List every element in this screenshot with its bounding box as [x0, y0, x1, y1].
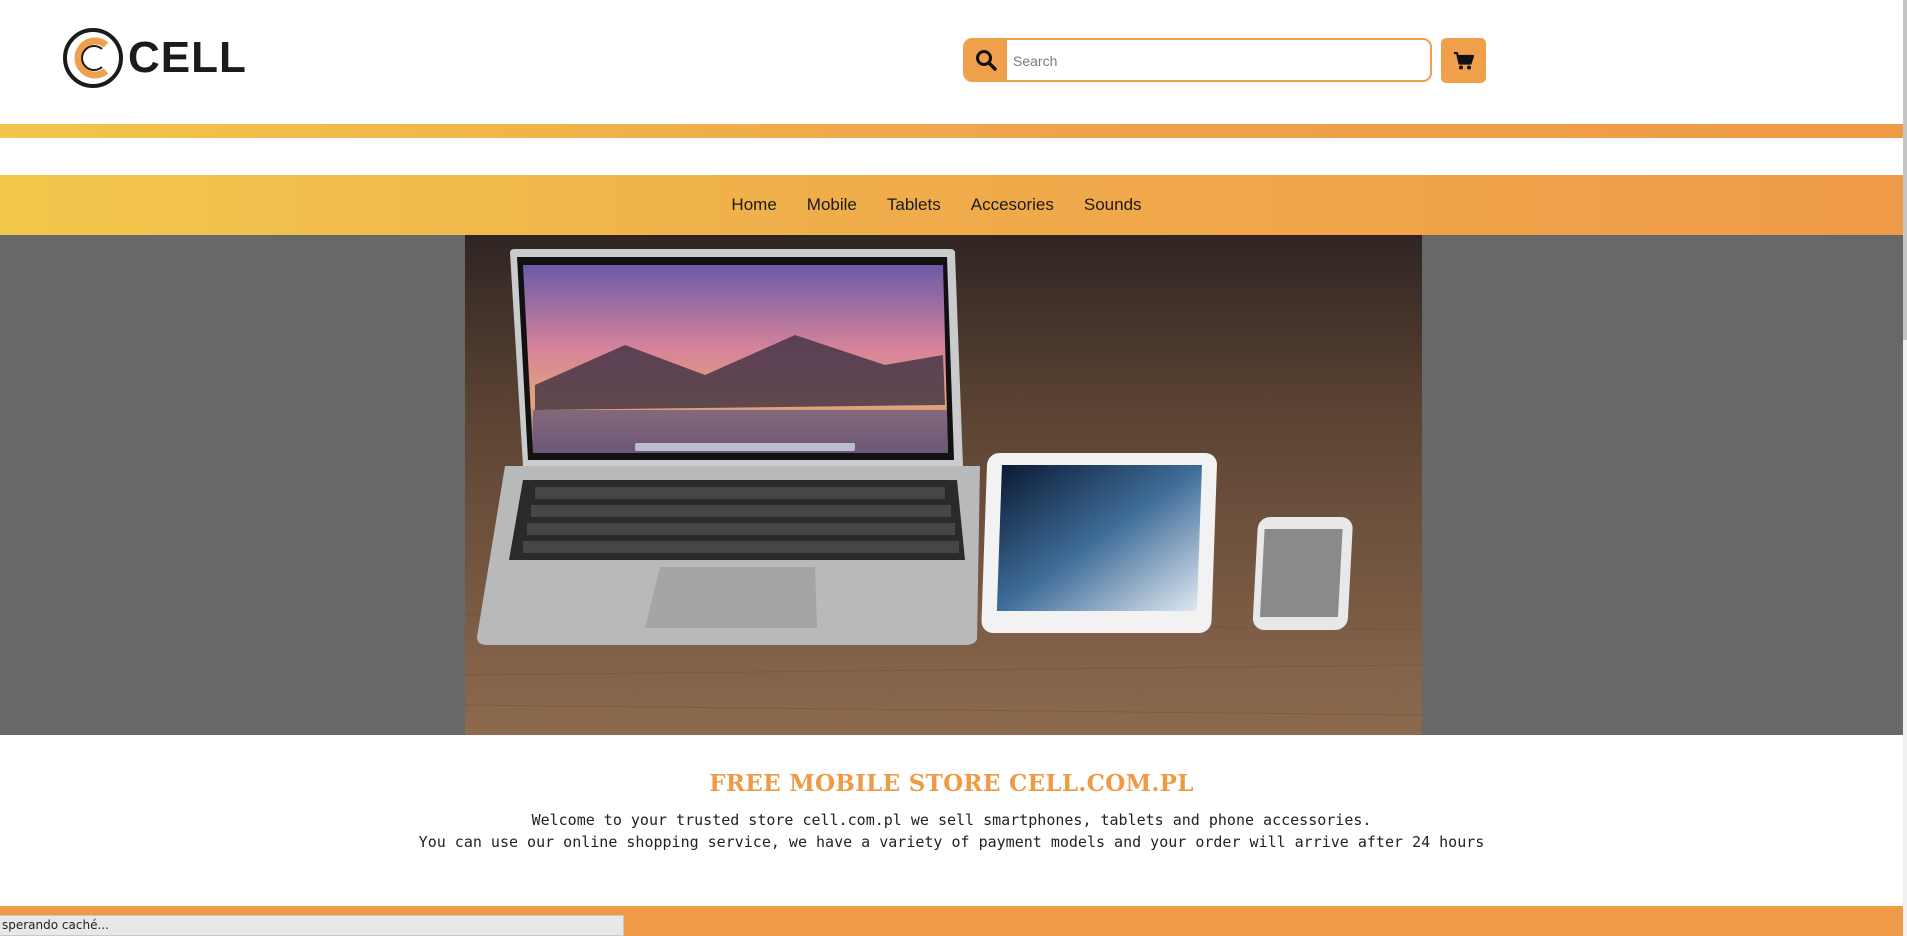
search-box: [963, 38, 1432, 82]
header-divider-stripe: [0, 124, 1903, 138]
intro-text-line-2: You can use our online shopping service,…: [418, 833, 1485, 851]
browser-status-bar: sperando caché...: [0, 915, 624, 936]
scrollbar-thumb[interactable]: [1903, 0, 1907, 340]
logo-c-icon: [62, 27, 124, 89]
main-nav: Home Mobile Tablets Accesories Sounds: [0, 175, 1903, 235]
nav-item-tablets[interactable]: Tablets: [872, 195, 956, 215]
hero-banner: [0, 235, 1903, 735]
intro-text-line-1: Welcome to your trusted store cell.com.p…: [531, 811, 1372, 829]
hero-image: [465, 235, 1422, 735]
intro-section: FREE MOBILE STORE CELL.COM.PL Welcome to…: [0, 770, 1903, 853]
page-scrollbar[interactable]: [1903, 0, 1907, 936]
nav-item-sounds[interactable]: Sounds: [1069, 195, 1157, 215]
page: CELL Home Mobile Tablets: [0, 0, 1903, 936]
search-input[interactable]: [1011, 40, 1425, 80]
site-header: CELL: [0, 0, 1903, 124]
page-title: FREE MOBILE STORE CELL.COM.PL: [709, 770, 1194, 797]
nav-item-home[interactable]: Home: [716, 195, 791, 215]
nav-item-accesories[interactable]: Accesories: [956, 195, 1069, 215]
shopping-cart-icon[interactable]: [1441, 38, 1486, 83]
nav-item-mobile[interactable]: Mobile: [792, 195, 872, 215]
search-icon[interactable]: [965, 40, 1007, 80]
site-logo[interactable]: CELL: [62, 24, 252, 92]
logo-text: CELL: [128, 33, 247, 82]
